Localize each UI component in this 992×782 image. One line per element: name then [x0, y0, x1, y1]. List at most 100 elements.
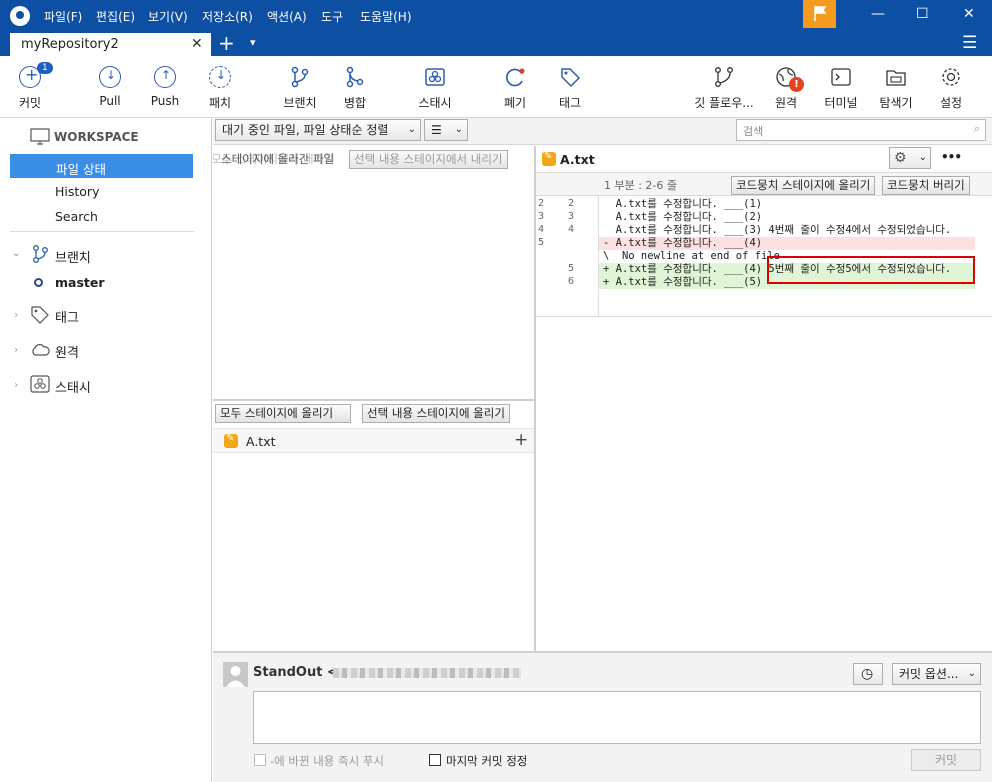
- add-tab-button[interactable]: +: [218, 31, 235, 55]
- terminal-icon: [831, 68, 851, 86]
- menu-actions[interactable]: 액션(A): [267, 8, 307, 25]
- menu-view[interactable]: 보기(V): [148, 8, 188, 25]
- sidebar-branches[interactable]: 브랜치: [55, 247, 91, 266]
- new-line-number: 5: [568, 263, 575, 274]
- push-immediately-label: -에 바뀐 내용 즉시 푸시: [270, 754, 384, 768]
- avatar: [223, 662, 248, 687]
- branch-button[interactable]: 브랜치: [270, 66, 330, 111]
- hamburger-menu-icon[interactable]: ☰: [962, 33, 977, 53]
- chevron-right-icon[interactable]: ›: [14, 378, 18, 391]
- diff-settings-dropdown[interactable]: ⚙ ⌄: [889, 147, 931, 169]
- search-input[interactable]: 검색 ⌕: [736, 119, 986, 141]
- chevron-right-icon[interactable]: ›: [14, 343, 18, 356]
- pull-button[interactable]: ↓ Pull: [80, 66, 140, 108]
- tag-icon: [561, 68, 581, 88]
- sidebar-tags[interactable]: 태그: [55, 307, 79, 326]
- monitor-icon: [30, 128, 50, 145]
- push-button[interactable]: ↑ Push: [135, 66, 195, 108]
- menu-tools[interactable]: 도구: [321, 8, 343, 25]
- menu-repository[interactable]: 저장소(R): [202, 8, 253, 25]
- fetch-icon: ↓: [209, 66, 231, 88]
- staged-files-panel: [213, 146, 535, 400]
- tag-button[interactable]: 태그: [540, 66, 600, 111]
- sourcetree-logo-icon: [10, 6, 30, 26]
- git-flow-button[interactable]: 깃 플로우...: [693, 66, 755, 111]
- commit-submit-button[interactable]: 커밋: [911, 749, 981, 771]
- sidebar-remotes[interactable]: 원격: [55, 342, 79, 361]
- branch-master[interactable]: master: [55, 275, 105, 290]
- chevron-down-icon: ⌄: [918, 152, 927, 163]
- chevron-down-icon[interactable]: ⌄: [12, 248, 20, 259]
- settings-button[interactable]: 설정: [921, 66, 981, 111]
- fetch-button[interactable]: ↓ 패치: [190, 66, 250, 111]
- commit-button[interactable]: + 커밋: [0, 65, 60, 111]
- diff-line-text: + A.txt를 수정합니다. ___(5): [603, 276, 763, 288]
- view-mode-dropdown[interactable]: ☰ ⌄: [424, 119, 468, 141]
- diff-line-text: \ No newline at end of file: [603, 250, 781, 262]
- commit-message-input[interactable]: [253, 691, 981, 744]
- discard-label: 폐기: [503, 96, 527, 110]
- chevron-down-icon: ⌄: [967, 668, 976, 679]
- diff-line-text: A.txt를 수정합니다. ___(3) 4번째 줄이 수정4에서 수정되었습니…: [603, 224, 952, 236]
- list-item[interactable]: A.txt +: [213, 428, 534, 453]
- old-line-number: 5: [538, 237, 545, 248]
- stage-selected-button[interactable]: 선택 내용 스테이지에 올리기: [362, 404, 510, 423]
- discard-hunk-button[interactable]: 코드뭉치 버리기: [882, 176, 970, 195]
- sort-dropdown-label: 대기 중인 파일, 파일 상태순 정렬: [222, 123, 389, 137]
- stage-hunk-button[interactable]: 코드뭉치 스테이지에 올리기: [731, 176, 876, 195]
- tab-close-icon[interactable]: ✕: [191, 36, 203, 52]
- stash-icon: [30, 375, 50, 393]
- explorer-button[interactable]: 탐색기: [866, 66, 926, 111]
- chevron-right-icon[interactable]: ›: [14, 308, 18, 321]
- more-options-icon[interactable]: •••: [941, 150, 962, 164]
- old-line-number: 2: [538, 198, 545, 209]
- stash-label: 스태시: [418, 96, 452, 110]
- tab-myrepository2[interactable]: myRepository2 ✕: [10, 33, 211, 56]
- terminal-label: 터미널: [824, 96, 858, 110]
- clock-icon: ◷: [861, 666, 874, 682]
- flag-button[interactable]: [803, 0, 836, 28]
- terminal-button[interactable]: 터미널: [811, 66, 871, 111]
- commit-history-button[interactable]: ◷: [853, 663, 883, 685]
- workspace-heading: WORKSPACE: [54, 130, 139, 144]
- push-immediately-checkbox[interactable]: [254, 754, 266, 766]
- stage-file-plus-icon[interactable]: +: [514, 430, 528, 450]
- commit-options-dropdown[interactable]: 커밋 옵션... ⌄: [892, 663, 981, 685]
- tab-dropdown-icon[interactable]: ▾: [250, 36, 256, 49]
- current-branch-icon: [34, 278, 43, 287]
- sidebar-item-file-status-label: 파일 상태: [56, 162, 106, 177]
- stash-button[interactable]: 스태시: [405, 66, 465, 111]
- diff-file-name: A.txt: [560, 152, 595, 167]
- sidebar: [0, 118, 212, 782]
- maximize-button[interactable]: ☐: [916, 6, 929, 22]
- explorer-label: 탐색기: [879, 96, 913, 110]
- staged-files-label: 스테이지에 올라간 파일: [221, 152, 335, 166]
- menu-file[interactable]: 파일(F): [44, 8, 82, 25]
- new-line-number: 2: [568, 198, 575, 209]
- menu-help[interactable]: 도움말(H): [360, 8, 412, 25]
- amend-checkbox[interactable]: [429, 754, 441, 766]
- merge-label: 병합: [343, 96, 367, 110]
- sidebar-item-search[interactable]: Search: [55, 209, 98, 224]
- old-line-number: 3: [538, 211, 545, 222]
- branch-icon: [33, 245, 48, 263]
- settings-label: 설정: [939, 96, 963, 110]
- merge-button[interactable]: 병합: [325, 66, 385, 111]
- diff-line-text: A.txt를 수정합니다. ___(2): [603, 211, 763, 223]
- unstage-selected-button[interactable]: 선택 내용 스테이지에서 내리기: [349, 150, 508, 169]
- sort-dropdown[interactable]: 대기 중인 파일, 파일 상태순 정렬 ⌄: [215, 119, 421, 141]
- minimize-button[interactable]: —: [871, 6, 885, 22]
- tag-label: 태그: [558, 96, 582, 110]
- tag-icon: [31, 306, 49, 324]
- old-line-number: 4: [538, 224, 545, 235]
- menu-edit[interactable]: 편집(E): [96, 8, 135, 25]
- sidebar-stashes[interactable]: 스태시: [55, 377, 91, 396]
- close-window-button[interactable]: ✕: [963, 6, 975, 22]
- sidebar-item-history[interactable]: History: [55, 184, 99, 199]
- remote-button[interactable]: 원격: [756, 66, 816, 111]
- redacted-email: [333, 668, 521, 678]
- list-icon: ☰: [431, 123, 442, 137]
- stage-all-button[interactable]: 모두 스테이지에 올리기: [215, 404, 351, 423]
- discard-button[interactable]: 폐기: [485, 66, 545, 111]
- branch-icon: [291, 66, 309, 88]
